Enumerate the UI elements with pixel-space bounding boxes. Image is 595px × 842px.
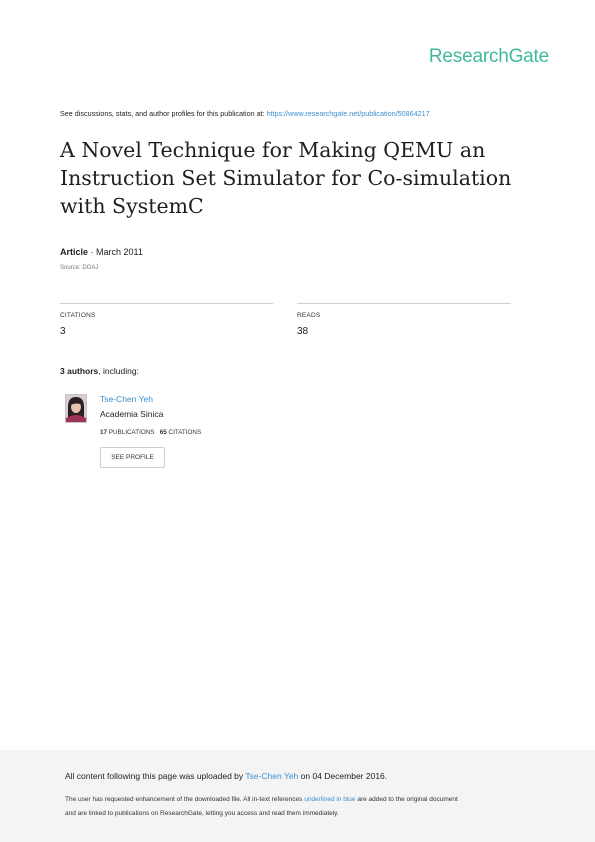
publication-meta: Article · March 2011 (60, 247, 143, 257)
underlined-in-blue-text: underlined in blue (304, 796, 356, 803)
authors-count: 3 authors (60, 366, 99, 376)
author-stats: 17 PUBLICATIONS 65 CITATIONS (100, 429, 201, 436)
reads-label: READS (297, 312, 321, 319)
author-publications-label: PUBLICATIONS (108, 429, 155, 436)
footer-note-line-1: The user has requested enhancement of th… (65, 796, 458, 803)
publication-title: A Novel Technique for Making QEMU an Ins… (60, 136, 530, 220)
author-publications-count: 17 (100, 429, 108, 436)
author-institution: Academia Sinica (100, 409, 164, 419)
upload-prefix: All content following this page was uplo… (65, 771, 246, 781)
footer: All content following this page was uplo… (0, 750, 595, 842)
citations-value: 3 (60, 326, 66, 337)
researchgate-logo[interactable]: ResearchGate (429, 46, 549, 68)
note-prefix: The user has requested enhancement of th… (65, 796, 305, 803)
title-line-2: Instruction Set Simulator for Co-simulat… (60, 166, 512, 190)
author-avatar[interactable] (65, 394, 87, 423)
author-citations-count: 65 (159, 429, 167, 436)
see-discussions-text: See discussions, stats, and author profi… (60, 109, 265, 118)
author-name-link[interactable]: Tse-Chen Yeh (100, 394, 153, 404)
author-citations-label: CITATIONS (168, 429, 202, 436)
publication-date: · March 2011 (88, 247, 143, 257)
title-line-1: A Novel Technique for Making QEMU an (60, 138, 486, 162)
upload-suffix: on 04 December 2016. (298, 771, 388, 781)
publication-url-link[interactable]: https://www.researchgate.net/publication… (267, 109, 430, 118)
authors-heading: 3 authors, including: (60, 366, 139, 376)
reads-value: 38 (297, 326, 309, 337)
see-profile-button[interactable]: SEE PROFILE (100, 447, 165, 468)
author-photo-icon (66, 395, 86, 422)
publication-source: Source: DOAJ (60, 265, 99, 271)
see-discussions-line: See discussions, stats, and author profi… (60, 109, 560, 118)
publication-type: Article (60, 247, 89, 257)
citations-label: CITATIONS (60, 312, 96, 319)
uploader-link[interactable]: Tse-Chen Yeh (245, 771, 298, 781)
footer-note-line-2: and are linked to publications on Resear… (65, 810, 339, 817)
title-line-3: with SystemC (60, 194, 204, 218)
citations-divider (60, 303, 273, 304)
authors-including: , including: (98, 366, 139, 376)
note-suffix: are added to the original document (355, 796, 458, 803)
reads-divider (297, 303, 511, 304)
upload-line: All content following this page was uplo… (65, 771, 387, 781)
